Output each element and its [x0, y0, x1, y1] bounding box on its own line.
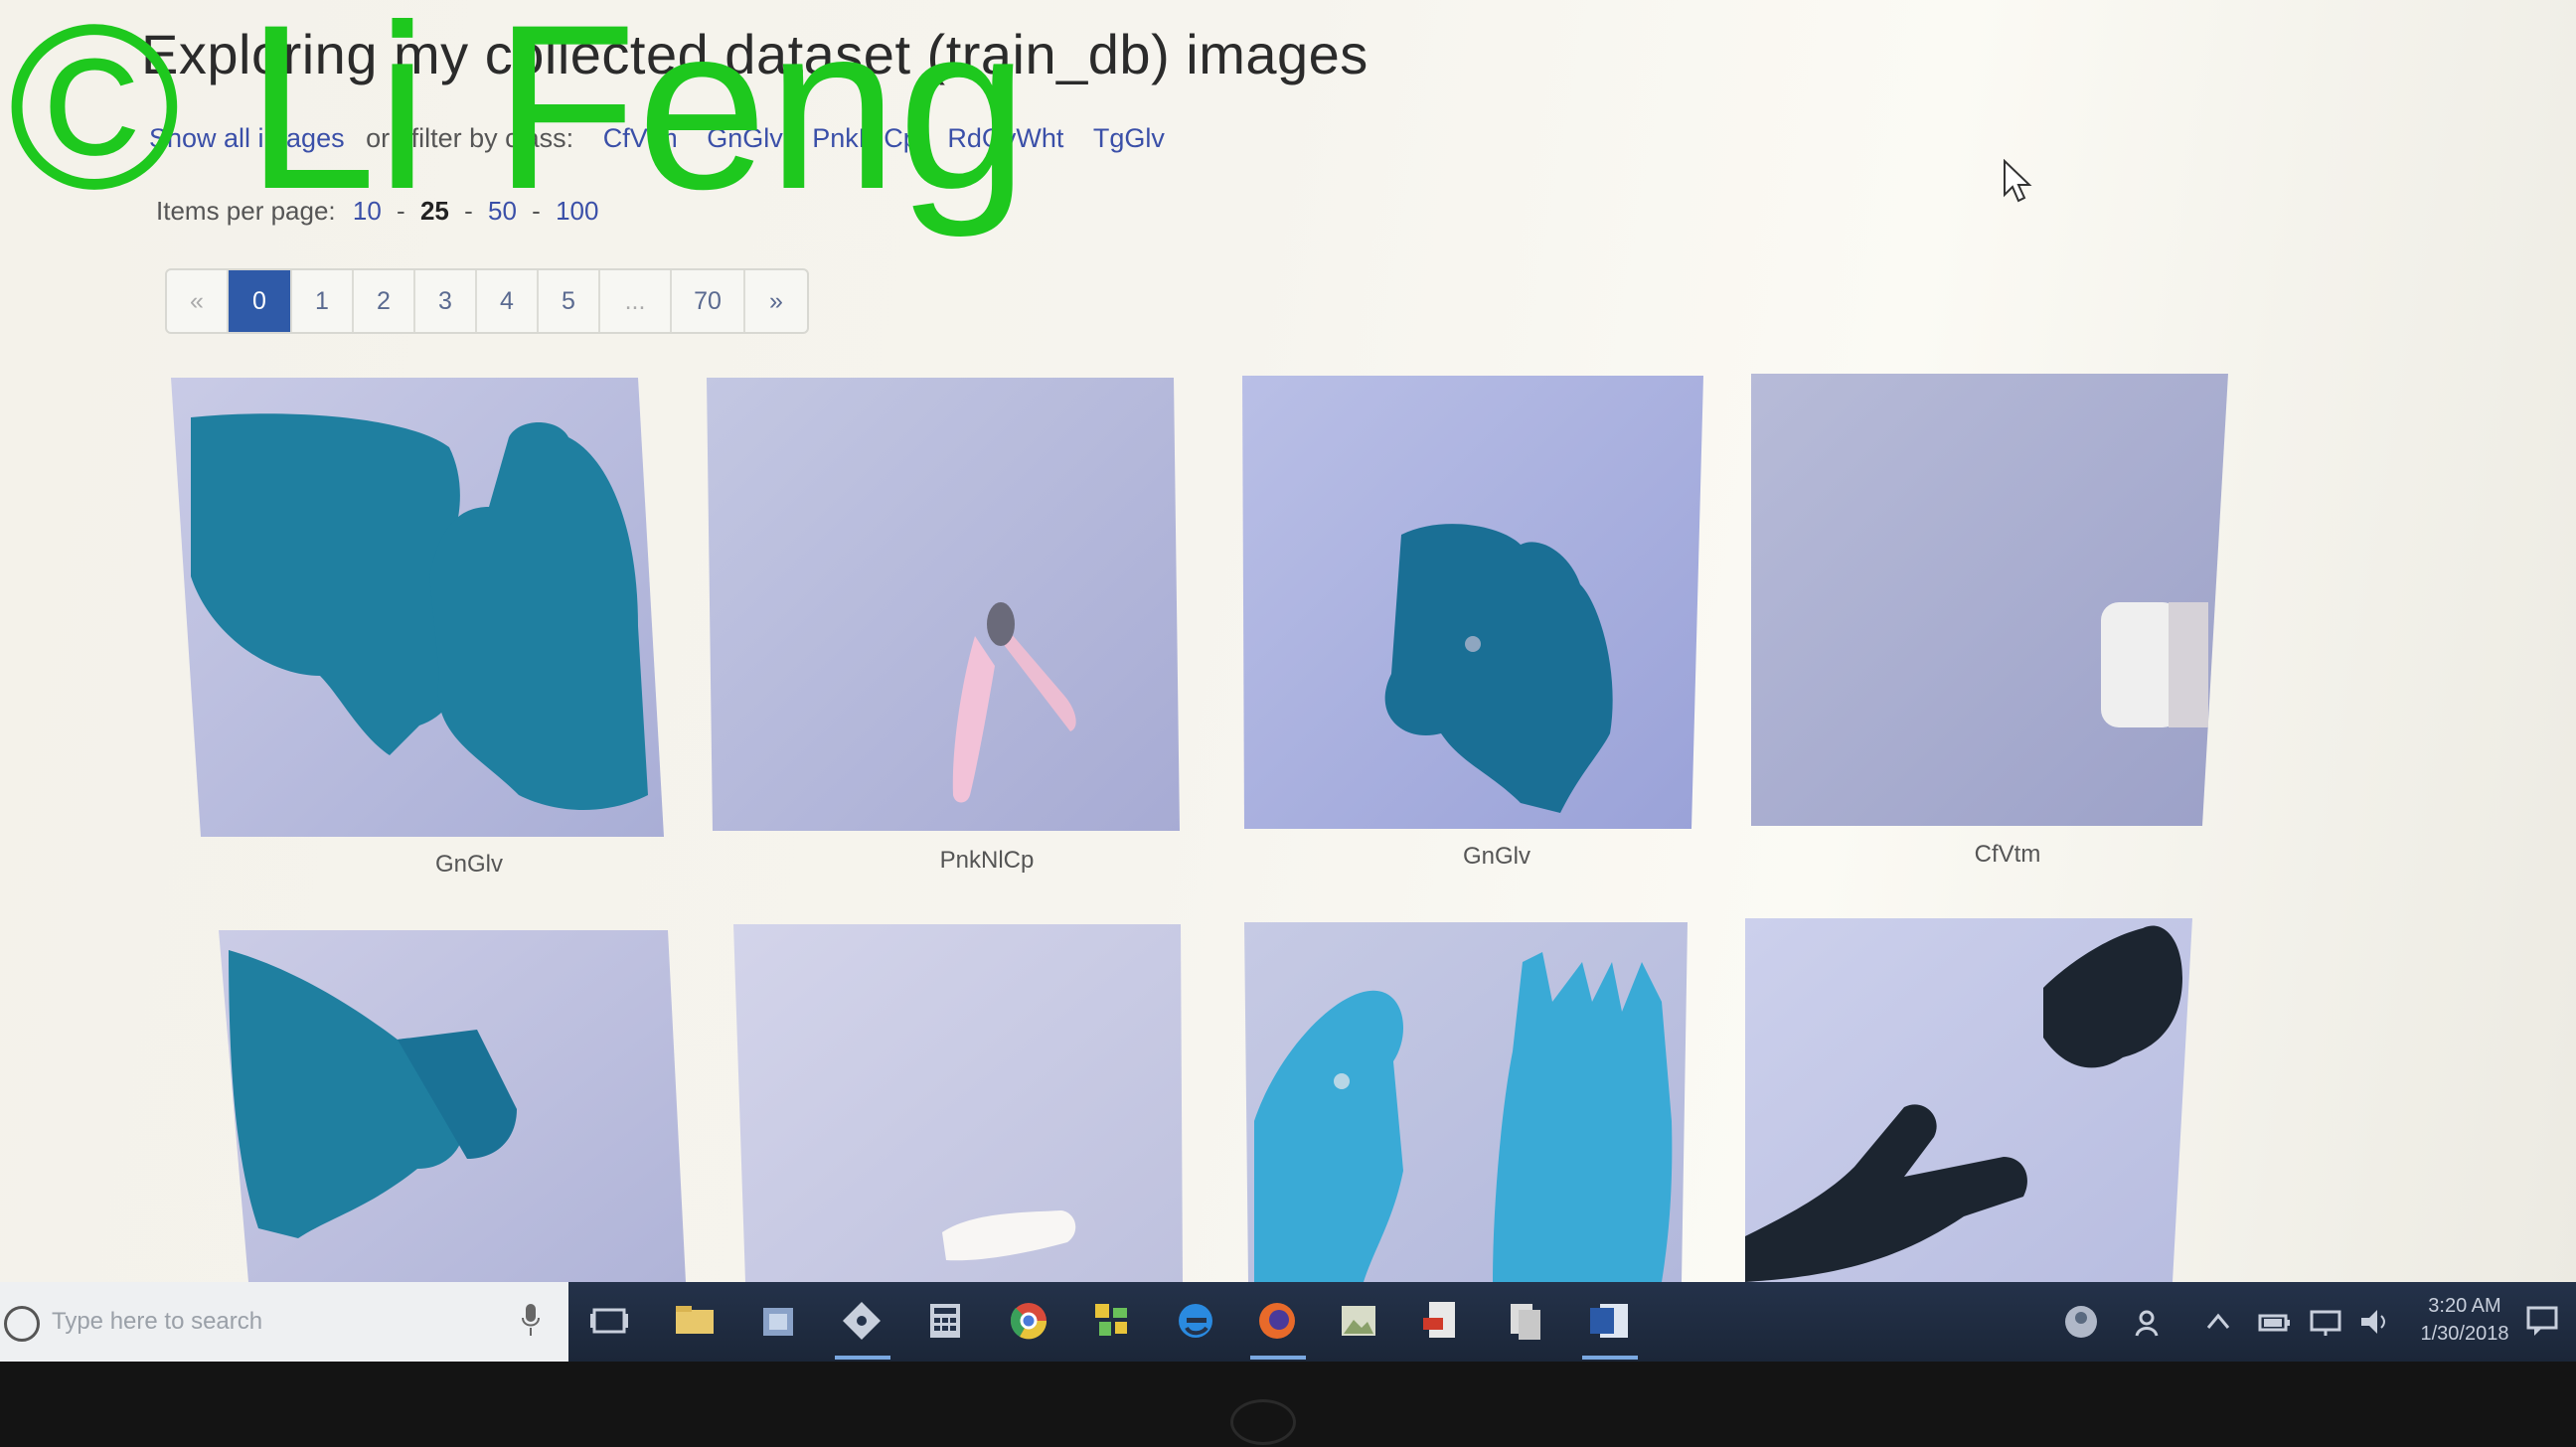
pagination: « 0 1 2 3 4 5 ... 70 » [165, 268, 809, 334]
thumbnail-caption-1: GnGlv [434, 851, 503, 878]
system-clock[interactable]: 3:20 AM 1/30/2018 [2405, 1292, 2524, 1348]
chrome-icon[interactable] [1006, 1298, 1051, 1344]
taskbar-search-box[interactable]: Type here to search [0, 1282, 568, 1362]
thumbnail-gnglv-1[interactable] [171, 378, 664, 837]
network-icon[interactable] [2308, 1304, 2343, 1340]
items-per-page: Items per page: 10 - 25 - 50 - 100 [156, 196, 599, 226]
monitor-screen: Exploring my collected dataset (train_db… [0, 0, 2576, 1362]
firefox-icon[interactable] [1254, 1298, 1300, 1344]
windows-taskbar: Type here to search 3:20 AM 1/30/2018 [0, 1282, 2576, 1362]
ipp-option-100[interactable]: 100 [556, 196, 598, 226]
page-title: Exploring my collected dataset (train_db… [141, 23, 1368, 85]
pager-page-70[interactable]: 70 [672, 270, 745, 332]
ipp-option-25[interactable]: 25 [420, 196, 449, 226]
pager-page-0[interactable]: 0 [229, 270, 292, 332]
items-per-page-label: Items per page: [156, 196, 336, 226]
thumbnail-row2-3[interactable] [1244, 922, 1688, 1282]
search-placeholder: Type here to search [52, 1308, 263, 1335]
ipp-option-50[interactable]: 50 [488, 196, 517, 226]
class-link-rdgvwht[interactable]: RdGvWht [947, 123, 1063, 153]
pager-prev[interactable]: « [167, 270, 229, 332]
pager-page-5[interactable]: 5 [539, 270, 600, 332]
thumbnail-cfvtm-1[interactable] [1751, 374, 2228, 826]
thumbnail-pnknlcp-1[interactable] [707, 378, 1180, 831]
class-link-pnknlcp[interactable]: PnkNlCp [812, 123, 918, 153]
pager-next[interactable]: » [745, 270, 807, 332]
mouse-cursor-icon [2003, 158, 2032, 208]
clock-date: 1/30/2018 [2420, 1323, 2509, 1345]
pdf-icon[interactable] [1419, 1298, 1465, 1344]
or-label: or [366, 123, 391, 153]
class-link-gnglv[interactable]: GnGlv [707, 123, 783, 153]
battery-icon[interactable] [2256, 1304, 2292, 1340]
pager-page-3[interactable]: 3 [415, 270, 477, 332]
ipp-option-10[interactable]: 10 [353, 196, 382, 226]
notification-icon[interactable] [2524, 1302, 2560, 1343]
word-icon[interactable] [1586, 1298, 1632, 1344]
edge-icon[interactable] [1173, 1298, 1218, 1344]
thumbnail-caption-4: CfVtm [1974, 841, 2041, 868]
thumbnail-caption-3: GnGlv [1462, 843, 1530, 870]
photos-icon[interactable] [1336, 1298, 1381, 1344]
file-explorer-icon[interactable] [672, 1298, 718, 1344]
thumbnail-gnglv-2[interactable] [1242, 376, 1703, 829]
clock-time: 3:20 AM [2428, 1295, 2501, 1317]
thumbnail-row2-4[interactable] [1745, 918, 2192, 1282]
pager-page-2[interactable]: 2 [354, 270, 415, 332]
app-tiles-icon[interactable] [1089, 1298, 1135, 1344]
document-icon[interactable] [1503, 1298, 1548, 1344]
calculator-icon[interactable] [922, 1298, 968, 1344]
show-all-link[interactable]: Show all images [149, 123, 345, 153]
cortana-icon[interactable] [4, 1306, 40, 1342]
network-user-icon[interactable] [2133, 1304, 2169, 1340]
filter-row: Show all images or filter by class: CfVt… [149, 123, 1165, 154]
microphone-icon[interactable] [521, 1302, 541, 1338]
laptop-brand-logo [1230, 1399, 1296, 1445]
class-link-cfvtm[interactable]: CfVtm [603, 123, 678, 153]
chevron-up-icon[interactable] [2200, 1304, 2236, 1340]
volume-icon[interactable] [2357, 1304, 2393, 1340]
store-icon[interactable] [755, 1298, 801, 1344]
git-icon[interactable] [839, 1298, 885, 1344]
people-icon[interactable] [2063, 1304, 2099, 1340]
pager-page-4[interactable]: 4 [477, 270, 539, 332]
thumbnail-row2-2[interactable] [733, 924, 1183, 1282]
thumbnail-caption-2: PnkNlCp [939, 847, 1035, 874]
task-view-icon[interactable] [586, 1298, 632, 1344]
class-link-tgglv[interactable]: TgGlv [1093, 123, 1165, 153]
pager-ellipsis: ... [600, 270, 672, 332]
thumbnail-row2-1[interactable] [219, 930, 686, 1282]
pager-page-1[interactable]: 1 [292, 270, 354, 332]
filter-label: filter by class: [410, 123, 574, 153]
